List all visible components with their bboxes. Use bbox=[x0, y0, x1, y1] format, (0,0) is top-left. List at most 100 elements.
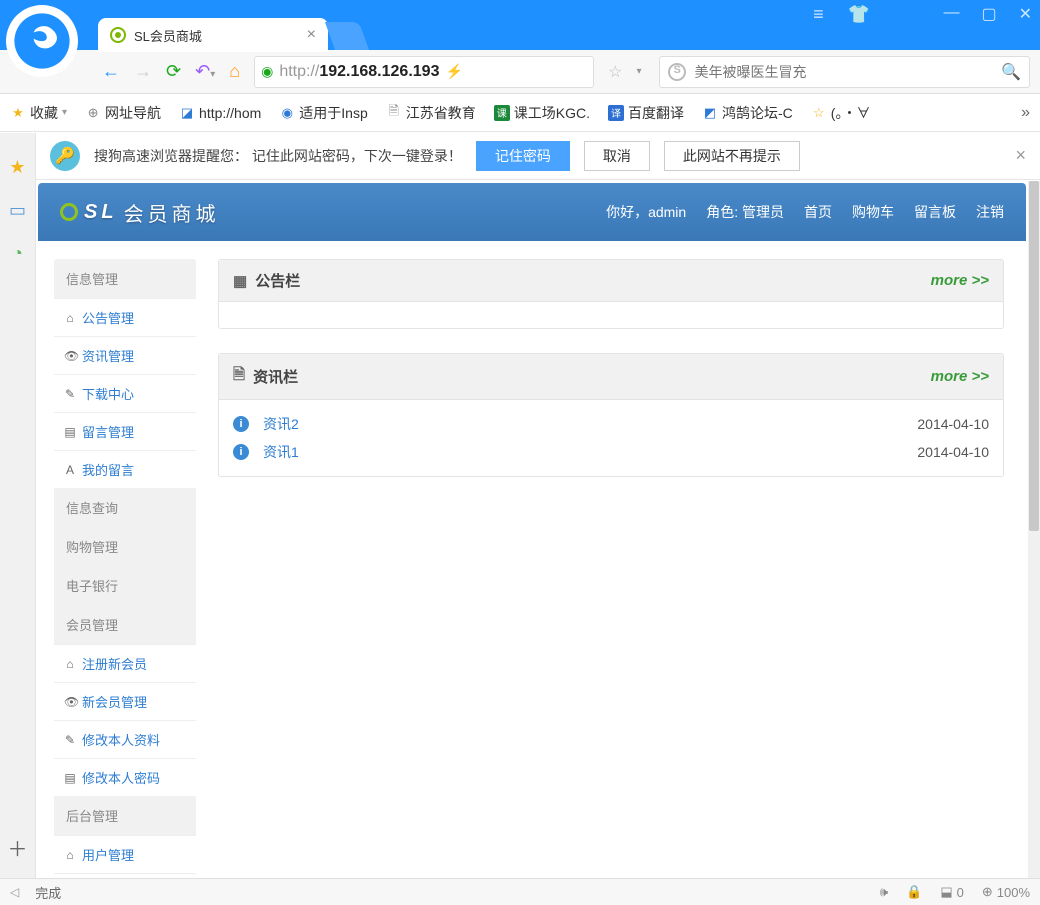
menu-icon[interactable]: ≡ bbox=[813, 4, 824, 25]
sidebar-group[interactable]: 会员管理 bbox=[54, 605, 196, 644]
cancel-button[interactable]: 取消 bbox=[584, 141, 650, 171]
news-row[interactable]: i资讯22014-04-10 bbox=[233, 410, 989, 438]
status-toggle-icon[interactable]: ◁ bbox=[10, 885, 19, 899]
news-date: 2014-04-10 bbox=[917, 416, 989, 432]
tab-close-icon[interactable]: × bbox=[307, 27, 316, 43]
item-icon: ▤ bbox=[64, 425, 76, 439]
sidebar-item[interactable]: ✎下载中心 bbox=[54, 374, 196, 412]
sidebar-item[interactable]: ▤ 修改本人密码 bbox=[54, 758, 196, 796]
sidebar-item[interactable]: ⌂用户管理 bbox=[54, 835, 196, 873]
sidebar-item[interactable]: A我的留言 bbox=[54, 450, 196, 488]
star-icon: ☆ bbox=[811, 105, 827, 121]
sidebar-item[interactable]: ⌂注册新会员 bbox=[54, 644, 196, 682]
sidebar-group[interactable]: 信息查询 bbox=[54, 488, 196, 527]
sidebar-item[interactable]: ▤留言管理 bbox=[54, 412, 196, 450]
minimize-icon[interactable]: ― bbox=[943, 4, 959, 24]
search-icon[interactable]: 🔍 bbox=[1001, 62, 1021, 82]
browser-tab[interactable]: SL会员商城 × bbox=[98, 18, 328, 52]
rail-history-icon[interactable]: ◔ bbox=[12, 243, 23, 264]
nav-home[interactable]: 首页 bbox=[804, 202, 832, 222]
bookmark-overflow-icon[interactable]: » bbox=[1021, 104, 1030, 122]
rail-read-icon[interactable]: ▭ bbox=[9, 200, 26, 221]
site-icon: 译 bbox=[608, 105, 624, 121]
undo-icon[interactable]: ↶▾ bbox=[195, 61, 215, 82]
zoom-indicator[interactable]: ⊕ 100% bbox=[982, 884, 1030, 900]
nav-cart[interactable]: 购物车 bbox=[852, 202, 894, 222]
tab-title: SL会员商城 bbox=[134, 26, 202, 45]
bookmark-item[interactable]: ☆(。・∀ bbox=[811, 103, 871, 123]
sidebar-item[interactable]: ✎ 修改本人资料 bbox=[54, 720, 196, 758]
sidebar-group[interactable]: 信息管理 bbox=[54, 259, 196, 298]
more-link[interactable]: more >> bbox=[931, 368, 989, 385]
star-icon: ★ bbox=[10, 105, 26, 121]
favorite-icon[interactable]: ☆ bbox=[608, 62, 622, 82]
scroll-thumb[interactable] bbox=[1029, 181, 1039, 531]
vertical-scrollbar[interactable] bbox=[1028, 181, 1040, 878]
sidebar-group[interactable]: 电子银行 bbox=[54, 566, 196, 605]
item-label: 下载中心 bbox=[82, 384, 134, 403]
save-password-button[interactable]: 记住密码 bbox=[476, 141, 570, 171]
bookmark-item[interactable]: ◩鸿鹄论坛-C bbox=[702, 103, 793, 123]
file-icon: 🗎 bbox=[386, 105, 402, 121]
bookmark-item[interactable]: ◪http://hom bbox=[179, 105, 261, 121]
site-icon: 课 bbox=[494, 105, 510, 121]
close-bar-icon[interactable]: × bbox=[1015, 145, 1026, 166]
site-icon: ◪ bbox=[179, 105, 195, 121]
sidebar-item[interactable]: ⌂公告管理 bbox=[54, 298, 196, 336]
item-icon: ▤ bbox=[64, 771, 76, 785]
home-icon[interactable]: ⌂ bbox=[229, 61, 240, 82]
sidebar-group[interactable]: 购物管理 bbox=[54, 527, 196, 566]
tab-favicon bbox=[110, 27, 126, 43]
bookmark-item[interactable]: 🗎江苏省教育 bbox=[386, 103, 476, 123]
reload-icon[interactable]: ⟳ bbox=[166, 61, 181, 82]
item-label: 公告管理 bbox=[82, 308, 134, 327]
nav-greeting: 你好，admin bbox=[606, 202, 686, 222]
rail-add-icon[interactable]: ＋ bbox=[8, 833, 28, 862]
news-date: 2014-04-10 bbox=[917, 444, 989, 460]
nav-board[interactable]: 留言板 bbox=[914, 202, 956, 222]
url-text: http://192.168.126.193 bbox=[279, 63, 439, 81]
more-link[interactable]: more >> bbox=[931, 272, 989, 289]
rail-favorites-icon[interactable]: ★ bbox=[9, 157, 25, 178]
new-tab-button[interactable] bbox=[325, 22, 369, 50]
dropdown-icon[interactable]: ▾ bbox=[636, 66, 641, 77]
panel-title: 公告栏 bbox=[255, 270, 300, 291]
news-title: 资讯2 bbox=[263, 414, 299, 434]
favorites-button[interactable]: ★收藏 ▾ bbox=[10, 103, 67, 123]
site-logo: SL 会员商城 bbox=[60, 198, 220, 227]
lock-icon[interactable]: 🔒 bbox=[906, 884, 922, 900]
bookmark-item[interactable]: 课课工场KGC. bbox=[494, 103, 590, 123]
site-icon: ◉ bbox=[279, 105, 295, 121]
close-window-icon[interactable]: ✕ bbox=[1019, 4, 1032, 24]
news-row[interactable]: i资讯12014-04-10 bbox=[233, 438, 989, 466]
item-icon: ⌂ bbox=[64, 848, 76, 862]
item-icon: ✎ bbox=[64, 733, 76, 747]
password-bar: 🔑 搜狗高速浏览器提醒您： 记住此网站密码，下次一键登录！ 记住密码 取消 此网… bbox=[36, 132, 1040, 180]
main-content: ▦ 公告栏 more >> 🗎 资讯栏 more >> i资讯22014-04-… bbox=[218, 259, 1026, 878]
download-indicator[interactable]: ⬓ 0 bbox=[940, 884, 964, 900]
file-icon: 🗎 bbox=[233, 364, 245, 389]
item-icon: A bbox=[64, 463, 76, 477]
search-input[interactable] bbox=[694, 64, 1001, 80]
sidebar-group[interactable]: 后台管理 bbox=[54, 796, 196, 835]
bookmark-item[interactable]: ⊕网址导航 bbox=[85, 103, 161, 123]
never-button[interactable]: 此网站不再提示 bbox=[664, 141, 800, 171]
site-icon: ◩ bbox=[702, 105, 718, 121]
speed-icon: ⚡ bbox=[445, 63, 462, 80]
sidebar-item[interactable]: 👁新会员管理 bbox=[54, 682, 196, 720]
item-label: 修改本人密码 bbox=[82, 768, 160, 787]
item-label: 修改本人资料 bbox=[82, 730, 160, 749]
bookmark-item[interactable]: ◉适用于Insp bbox=[279, 103, 367, 123]
sidebar-item[interactable]: 👁资讯管理 bbox=[54, 336, 196, 374]
grid-icon: ▦ bbox=[233, 272, 247, 290]
address-bar[interactable]: ◉ http://192.168.126.193 ⚡ bbox=[254, 56, 594, 88]
maximize-icon[interactable]: ▢ bbox=[981, 4, 996, 24]
nav-logout[interactable]: 注销 bbox=[976, 202, 1004, 222]
password-message: 搜狗高速浏览器提醒您： 记住此网站密码，下次一键登录！ bbox=[94, 146, 462, 166]
search-box[interactable]: 🔍 bbox=[659, 56, 1030, 88]
skin-icon[interactable]: 👕 bbox=[848, 4, 870, 25]
sound-icon[interactable]: 🕪 bbox=[880, 884, 888, 900]
back-icon[interactable]: ← bbox=[102, 61, 120, 82]
bookmark-item[interactable]: 译百度翻译 bbox=[608, 103, 684, 123]
panel-title: 资讯栏 bbox=[253, 366, 298, 387]
